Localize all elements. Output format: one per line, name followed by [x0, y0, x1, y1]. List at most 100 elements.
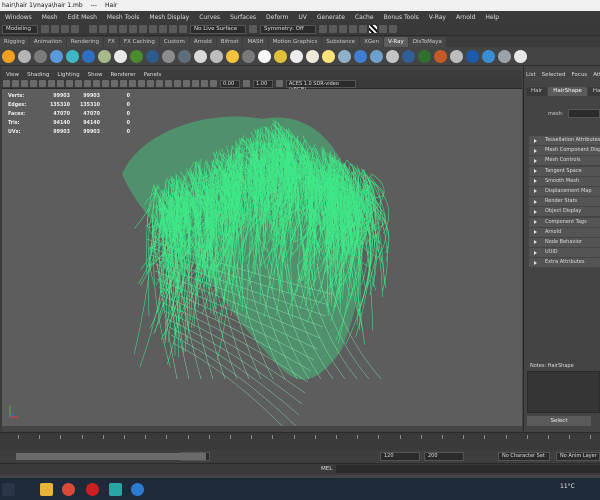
- attr-section[interactable]: Mesh Component Display: [529, 146, 600, 156]
- sphere-light-icon[interactable]: [257, 49, 271, 63]
- shelf-tab[interactable]: Arnold: [189, 36, 216, 47]
- menu-item[interactable]: Generate: [317, 14, 345, 21]
- colorspace-dropdown[interactable]: ACES 1.0 SDR-video (sRGB): [286, 79, 356, 93]
- render-settings-icon[interactable]: [339, 25, 347, 33]
- fur-icon[interactable]: [161, 49, 175, 63]
- snap-point-icon[interactable]: [149, 25, 157, 33]
- menu-item[interactable]: Help: [485, 14, 499, 21]
- camera-lock-icon[interactable]: [12, 80, 19, 87]
- mesh-name-field[interactable]: [568, 109, 600, 118]
- attr-tab[interactable]: Hair: [526, 86, 548, 96]
- render-view-icon[interactable]: [379, 25, 387, 33]
- viewport-menu-item[interactable]: Lighting: [57, 72, 79, 78]
- camera-icon[interactable]: [337, 49, 351, 63]
- attr-menu-item[interactable]: List: [526, 72, 536, 78]
- attr-section[interactable]: Tessellation Attributes: [529, 136, 600, 145]
- time-slider[interactable]: [0, 432, 600, 450]
- menu-item[interactable]: Edit Mesh: [68, 14, 97, 21]
- symmetry-dropdown[interactable]: Symmetry: Off: [260, 24, 316, 34]
- proxy-icon[interactable]: [177, 49, 191, 63]
- menu-item[interactable]: Surfaces: [230, 14, 256, 21]
- menu-item[interactable]: Mesh Display: [149, 14, 189, 21]
- safe-action-icon[interactable]: [84, 80, 91, 87]
- opera-icon[interactable]: [86, 483, 99, 496]
- viewport-menu-item[interactable]: Renderer: [110, 72, 135, 78]
- render-teapot-icon[interactable]: [17, 49, 31, 63]
- menu-item[interactable]: UV: [298, 14, 307, 21]
- viewport-menu-item[interactable]: Shading: [27, 72, 49, 78]
- attr-section[interactable]: Smooth Mesh: [529, 176, 600, 186]
- viewport-menu-item[interactable]: Show: [88, 72, 103, 78]
- sun-icon[interactable]: [225, 49, 239, 63]
- atmosphere-icon[interactable]: [401, 49, 415, 63]
- menu-item[interactable]: Cache: [355, 14, 374, 21]
- material-light-icon[interactable]: [113, 49, 127, 63]
- plane-icon[interactable]: [481, 49, 495, 63]
- range-bar[interactable]: [16, 453, 206, 460]
- checker-icon[interactable]: [369, 25, 377, 33]
- resolution-gate-icon[interactable]: [57, 80, 64, 87]
- shelf-tab[interactable]: FX: [103, 36, 119, 47]
- shelf-tab[interactable]: Animation: [29, 36, 66, 47]
- chrome-icon[interactable]: [62, 483, 75, 496]
- film-gate-icon[interactable]: [48, 80, 55, 87]
- menu-item[interactable]: Mesh: [42, 14, 58, 21]
- shelf-tab[interactable]: Substance: [322, 36, 360, 47]
- anim-layer-dropdown[interactable]: No Anim Layer: [556, 452, 600, 461]
- vray-frame-icon[interactable]: [359, 25, 367, 33]
- viewport-menu-item[interactable]: View: [6, 72, 19, 78]
- image-plane-icon[interactable]: [30, 80, 37, 87]
- live-surface-field[interactable]: No Live Surface: [190, 24, 246, 34]
- vray-logo-icon[interactable]: [1, 49, 15, 63]
- attr-section[interactable]: Node Behavior: [529, 237, 600, 247]
- attr-section[interactable]: UUID: [529, 248, 600, 258]
- attr-tab[interactable]: HairShape: [548, 86, 587, 96]
- spot-light-icon[interactable]: [305, 49, 319, 63]
- aa-icon[interactable]: [165, 80, 172, 87]
- globe-icon[interactable]: [353, 49, 367, 63]
- select-hierarchy-icon[interactable]: [89, 25, 97, 33]
- select-button[interactable]: Select: [527, 416, 591, 426]
- lights-icon[interactable]: [129, 80, 136, 87]
- bookmark-icon[interactable]: [21, 80, 28, 87]
- file-explorer-icon[interactable]: [40, 483, 53, 496]
- env-fog-icon[interactable]: [369, 49, 383, 63]
- exposure-icon[interactable]: [210, 80, 217, 87]
- camera-select-icon[interactable]: [3, 80, 10, 87]
- volume-icon[interactable]: [385, 49, 399, 63]
- render-elements-icon[interactable]: [497, 49, 511, 63]
- folder-icon[interactable]: [41, 25, 49, 33]
- attr-section[interactable]: Mesh Controls: [529, 156, 600, 166]
- material-green-icon[interactable]: [129, 49, 143, 63]
- mel-input[interactable]: [336, 465, 600, 473]
- mesh-light-icon[interactable]: [273, 49, 287, 63]
- clipper-icon[interactable]: [433, 49, 447, 63]
- lock-icon[interactable]: [119, 25, 127, 33]
- shelf-tab[interactable]: Bifrost: [216, 36, 243, 47]
- shelf-tab[interactable]: V-Ray: [383, 36, 408, 47]
- attr-section[interactable]: Extra Attributes: [529, 258, 600, 268]
- dome-light-icon[interactable]: [209, 49, 223, 63]
- gamma-icon[interactable]: [243, 80, 250, 87]
- select-component-icon[interactable]: [109, 25, 117, 33]
- material-blue-icon[interactable]: [81, 49, 95, 63]
- anim-start-field[interactable]: 120: [380, 452, 420, 461]
- attr-menu-item[interactable]: Attri: [593, 72, 600, 78]
- wireframe-on-shaded-icon[interactable]: [111, 80, 118, 87]
- shelf-tab[interactable]: Rendering: [66, 36, 103, 47]
- menu-item[interactable]: Curves: [199, 14, 220, 21]
- gate-mask-icon[interactable]: [66, 80, 73, 87]
- attr-section[interactable]: Displacement Map: [529, 186, 600, 196]
- gamma-field[interactable]: 1.00: [253, 79, 273, 88]
- xray-components-icon[interactable]: [201, 80, 208, 87]
- maya-icon[interactable]: [109, 483, 122, 496]
- attr-tab[interactable]: Hair: [587, 86, 600, 96]
- material-dark-icon[interactable]: [145, 49, 159, 63]
- app-c-icon[interactable]: [131, 483, 144, 496]
- color-management-icon[interactable]: [276, 80, 283, 87]
- isolate-icon[interactable]: [174, 80, 181, 87]
- shelf-tab[interactable]: FX Caching: [119, 36, 159, 47]
- ao-icon[interactable]: [147, 80, 154, 87]
- shelf-tab[interactable]: Motion Graphics: [268, 36, 322, 47]
- vfb-icon[interactable]: [33, 49, 47, 63]
